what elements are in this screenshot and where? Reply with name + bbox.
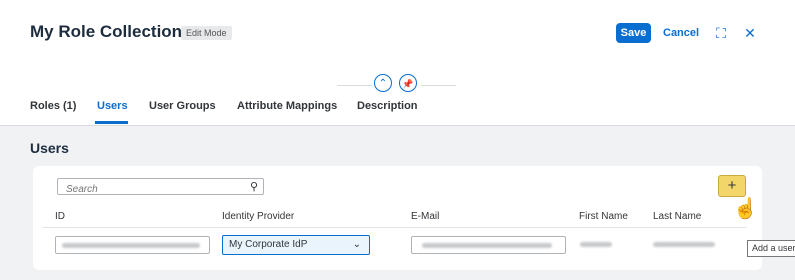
divider [421, 85, 456, 86]
save-button[interactable]: Save [616, 23, 651, 43]
redacted-text [62, 243, 200, 248]
column-header-identity-provider: Identity Provider [222, 211, 295, 222]
email-input[interactable] [411, 236, 566, 254]
page-title: My Role Collection [30, 22, 183, 41]
tab-attribute-mappings[interactable]: Attribute Mappings [237, 100, 337, 112]
add-user-button[interactable]: + [718, 175, 746, 197]
object-page-header: My Role Collection Edit Mode Save Cancel… [0, 0, 795, 126]
active-tab-indicator [95, 121, 128, 124]
close-icon[interactable]: ✕ [740, 23, 760, 43]
divider [337, 85, 372, 86]
redacted-last-name [653, 242, 715, 247]
column-header-email: E-Mail [411, 211, 440, 222]
chevron-down-icon: ⌄ [352, 239, 361, 250]
tab-roles[interactable]: Roles (1) [30, 100, 76, 112]
identity-provider-value: My Corporate IdP [229, 239, 308, 250]
search-icon[interactable]: ⚲ [250, 180, 258, 193]
search-input[interactable] [58, 182, 246, 197]
column-header-last-name: Last Name [653, 211, 702, 222]
redacted-first-name [580, 242, 612, 247]
fullscreen-icon[interactable]: ⛶ [711, 23, 731, 43]
tab-description[interactable]: Description [357, 100, 418, 112]
header-divider [42, 227, 747, 228]
id-input[interactable] [55, 236, 210, 254]
identity-provider-select[interactable]: My Corporate IdP ⌄ [222, 235, 370, 255]
column-header-id: ID [55, 211, 65, 222]
pin-header-icon[interactable]: 📌 [399, 74, 417, 92]
tab-user-groups[interactable]: User Groups [149, 100, 216, 112]
tab-users[interactable]: Users [97, 100, 128, 112]
cancel-button[interactable]: Cancel [663, 23, 699, 43]
section-title: Users [30, 140, 69, 156]
edit-mode-badge: Edit Mode [181, 26, 232, 40]
redacted-text [422, 243, 552, 248]
column-header-first-name: First Name [579, 211, 628, 222]
hand-cursor-icon: ☝ [733, 198, 758, 220]
collapse-header-icon[interactable]: ⌃ [374, 74, 392, 92]
search-field[interactable]: ⚲ [57, 178, 264, 197]
add-user-tooltip: Add a user [747, 240, 795, 257]
